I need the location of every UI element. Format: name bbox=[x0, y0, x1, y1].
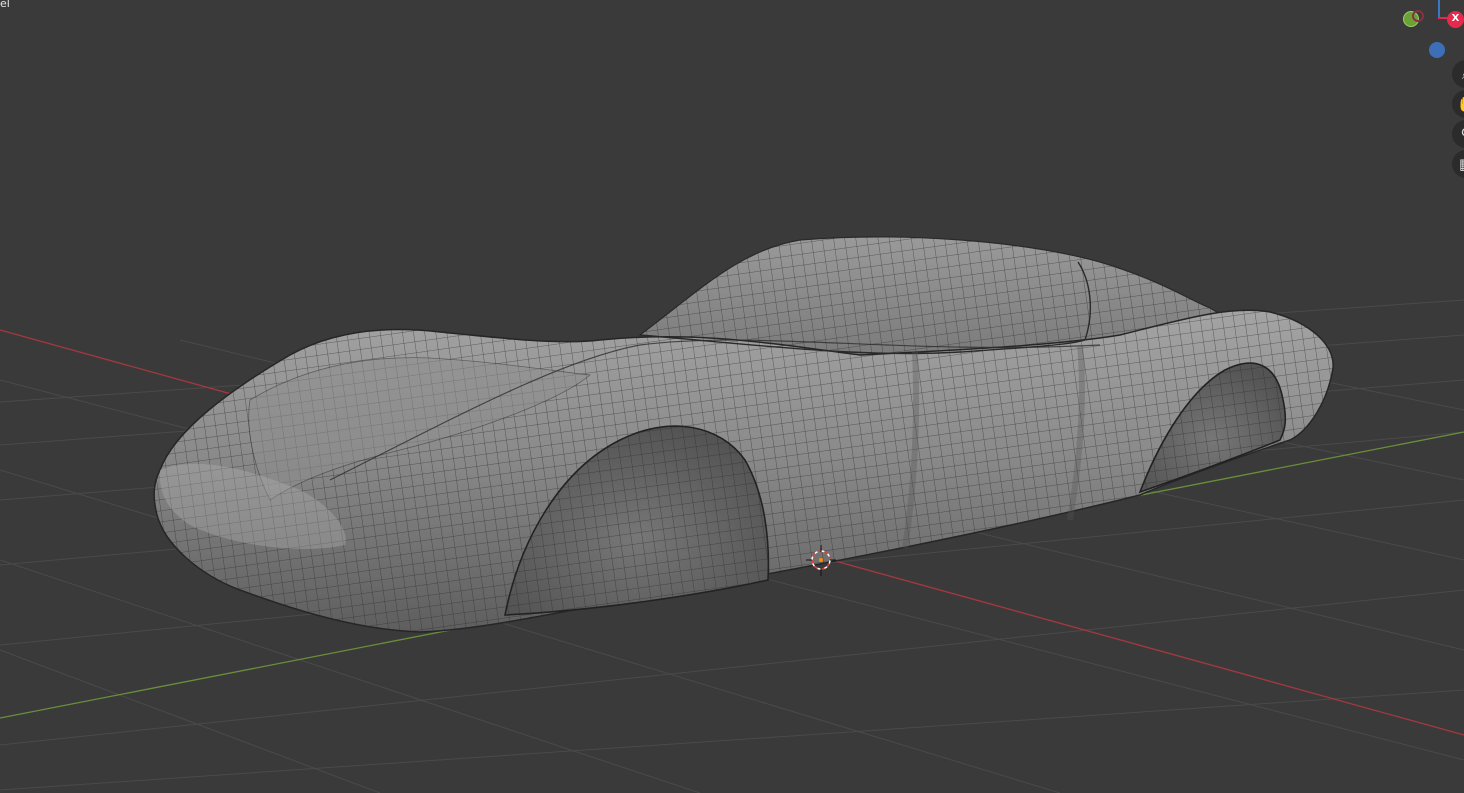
gizmo-z-line bbox=[1438, 0, 1440, 18]
navigation-gizmo[interactable]: X bbox=[1395, 0, 1464, 62]
gizmo-neg-x-ball[interactable] bbox=[1412, 10, 1424, 22]
3d-viewport[interactable]: el X ⌕ ✋ ⚲ ▦ bbox=[0, 0, 1464, 793]
viewport-scene bbox=[0, 236, 1464, 793]
gizmo-x-label: X bbox=[1451, 13, 1460, 24]
car-mesh bbox=[153, 236, 1334, 633]
viewport-mode-label: el bbox=[0, 0, 10, 10]
gizmo-neg-z-ball[interactable] bbox=[1429, 42, 1445, 58]
